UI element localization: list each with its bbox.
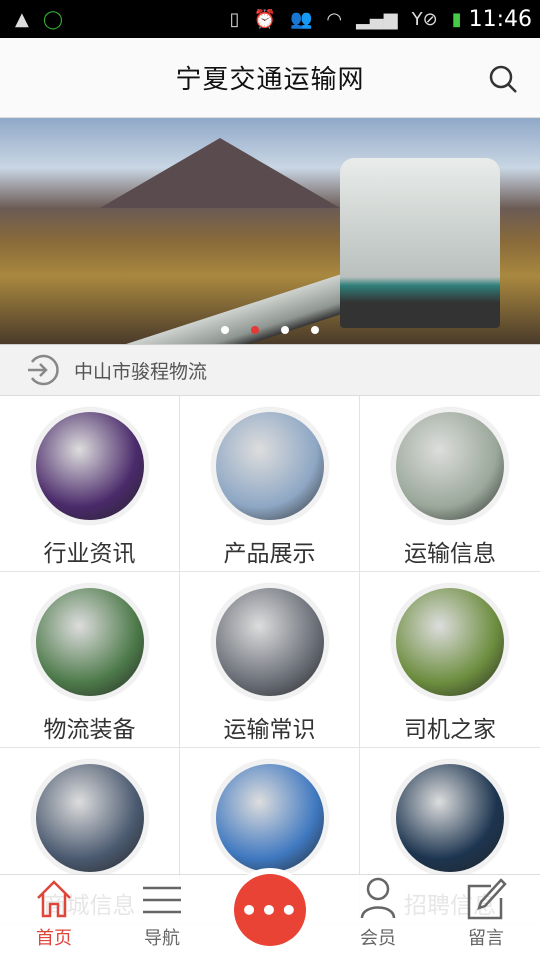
tab-nav-label: 导航	[144, 928, 180, 949]
user-icon	[360, 877, 396, 919]
app-header: 宁夏交通运输网	[0, 38, 540, 118]
carousel-dot[interactable]	[311, 326, 319, 334]
grid-item[interactable]: 运输常识	[180, 572, 360, 748]
grid-item-image	[392, 584, 508, 700]
contact-icon: ◯	[42, 8, 63, 30]
battery-icon: ▮	[451, 8, 462, 30]
grid-item-label: 产品展示	[223, 541, 316, 567]
grid-item[interactable]: 司机之家	[360, 572, 540, 748]
grid-item-image	[31, 760, 148, 876]
grid-item-label: 行业资讯	[43, 541, 136, 567]
status-bar: ▲ ◯ ▯ ⏰ 👥 ◠ ▂▄▆ Y⊘ ▮ 11:46	[0, 0, 540, 38]
banner-carousel[interactable]	[0, 118, 540, 344]
banner-mountain	[100, 138, 340, 208]
gallery-icon: ▲	[15, 8, 29, 30]
wifi-icon: ◠	[326, 8, 343, 30]
users-icon: 👥	[289, 8, 313, 30]
clock: 11:46	[468, 6, 532, 32]
carousel-dot-active[interactable]	[251, 326, 259, 334]
grid-item-image	[211, 408, 328, 524]
tab-message[interactable]: 留言	[432, 875, 540, 960]
grid-item-label: 物流装备	[43, 717, 136, 743]
carousel-dot[interactable]	[281, 326, 289, 334]
grid-item-label: 司机之家	[404, 717, 496, 743]
tab-member-label: 会员	[360, 928, 396, 949]
alarm-icon: ⏰	[253, 8, 276, 30]
grid-item-image	[211, 760, 328, 876]
tab-home[interactable]: 首页	[0, 875, 108, 960]
grid-item[interactable]: 物流装备	[0, 572, 180, 748]
no-sim-icon: Y⊘	[411, 8, 438, 30]
login-arrow-icon	[28, 354, 59, 386]
menu-icon	[143, 886, 181, 914]
carousel-dot[interactable]	[221, 326, 229, 334]
category-grid: 行业资讯产品展示运输信息物流装备运输常识司机之家商城信息物流网招聘信息	[0, 396, 540, 924]
home-icon	[37, 880, 71, 918]
signal-icon: ▂▄▆	[356, 8, 398, 30]
banner-locomotive	[340, 158, 500, 328]
grid-item[interactable]: 产品展示	[180, 396, 360, 572]
notice-text: 中山市骏程物流	[74, 360, 208, 383]
page-title: 宁夏交通运输网	[175, 65, 365, 95]
tab-message-label: 留言	[468, 928, 504, 949]
more-icon: •••	[234, 874, 306, 946]
grid-item-label: 运输常识	[223, 717, 316, 743]
tab-nav[interactable]: 导航	[108, 875, 216, 960]
grid-item[interactable]: 运输信息	[360, 396, 540, 572]
carousel-dots[interactable]	[0, 326, 540, 334]
tab-home-label: 首页	[36, 928, 72, 949]
grid-item-image	[392, 760, 508, 876]
grid-item-image	[31, 584, 148, 700]
grid-item-label: 运输信息	[404, 541, 496, 567]
more-button[interactable]: •••	[228, 868, 312, 952]
vibrate-icon: ▯	[229, 8, 240, 30]
tab-member[interactable]: 会员	[324, 875, 432, 960]
grid-item-image	[211, 584, 328, 700]
search-icon[interactable]	[488, 64, 518, 94]
notice-bar[interactable]: 中山市骏程物流	[0, 344, 540, 396]
grid-item-image	[392, 408, 508, 524]
grid-item-image	[31, 408, 148, 524]
grid-item[interactable]: 行业资讯	[0, 396, 180, 572]
edit-icon	[467, 878, 507, 920]
